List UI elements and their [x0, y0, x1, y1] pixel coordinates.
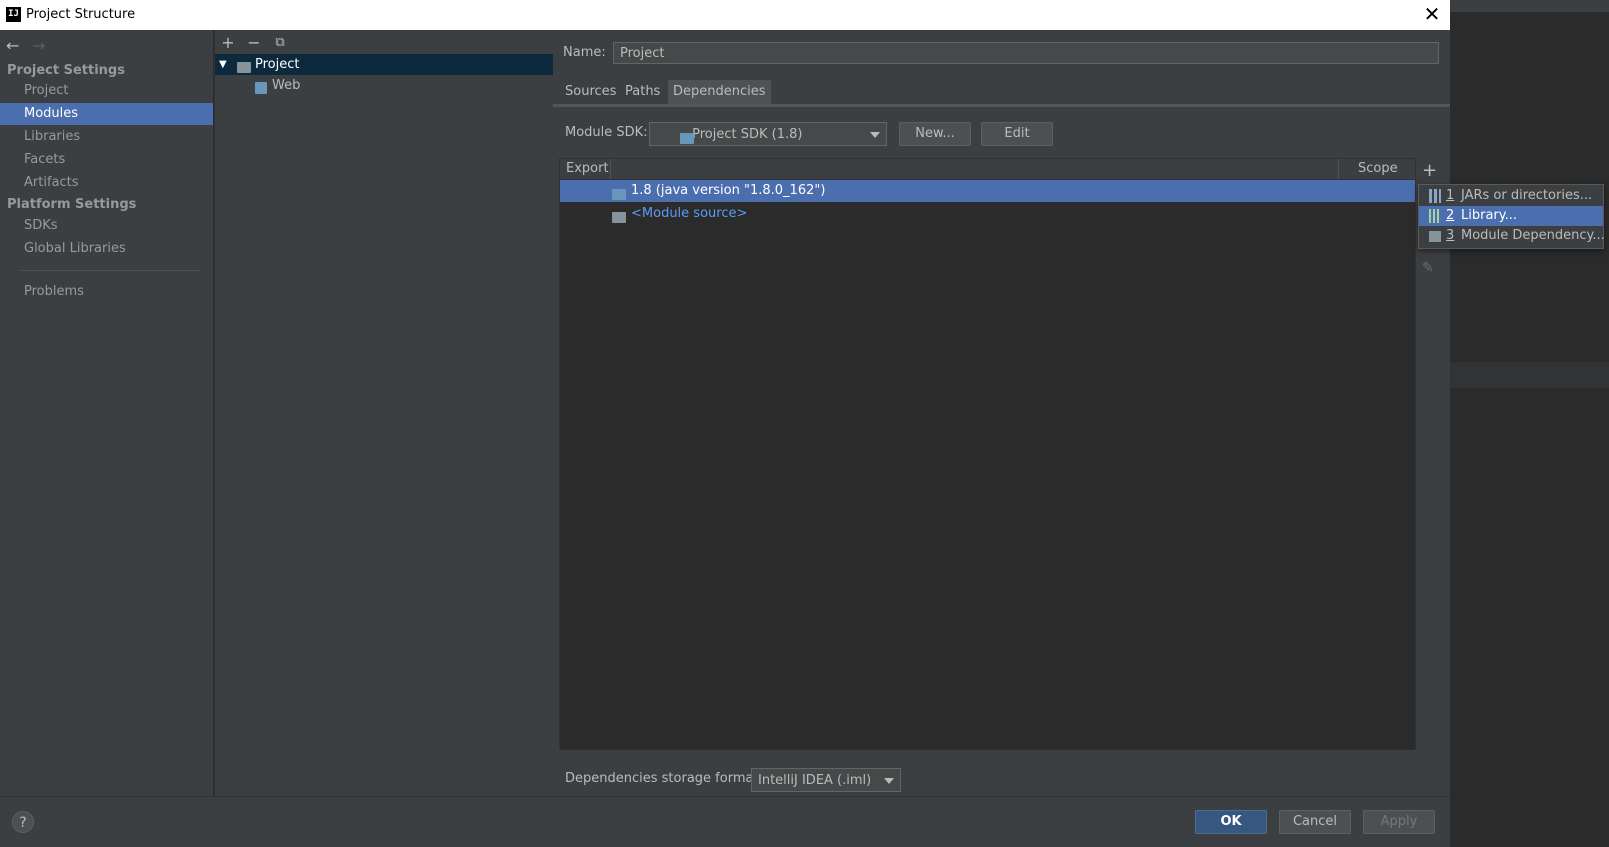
- title-bar: IJ Project Structure ✕: [0, 0, 1450, 30]
- module-settings-panel: Name: Project Sources Paths Dependencies…: [553, 30, 1450, 796]
- column-header-export[interactable]: Export: [566, 159, 609, 179]
- sidebar-item-global-libraries[interactable]: Global Libraries: [0, 238, 213, 260]
- dialog-footer: ? OK Cancel Apply: [0, 796, 1450, 847]
- help-icon[interactable]: ?: [12, 811, 34, 833]
- module-sdk-label: Module SDK:: [565, 125, 648, 140]
- module-icon: [1429, 231, 1441, 242]
- module-sdk-value: Project SDK (1.8): [692, 127, 803, 142]
- sdk-folder-icon: [680, 133, 694, 144]
- tree-node-web[interactable]: Web: [215, 75, 553, 96]
- settings-sidebar: ← → Project Settings Project Modules Lib…: [0, 30, 213, 796]
- dependencies-table: Export Scope 1.8 (java version "1.8.0_16…: [559, 158, 1417, 750]
- menu-item-label: Library...: [1461, 208, 1517, 223]
- section-project-settings: Project Settings: [7, 63, 125, 78]
- intellij-logo-icon: IJ: [6, 7, 21, 22]
- table-header: Export Scope: [560, 159, 1416, 180]
- sidebar-item-artifacts[interactable]: Artifacts: [0, 172, 213, 194]
- module-folder-icon: [237, 62, 251, 73]
- menu-item-jars[interactable]: 1 JARs or directories...: [1419, 186, 1603, 206]
- sidebar-item-libraries[interactable]: Libraries: [0, 126, 213, 148]
- sidebar-item-facets[interactable]: Facets: [0, 149, 213, 171]
- storage-format-dropdown[interactable]: IntelliJ IDEA (.iml): [751, 768, 901, 792]
- window-title: Project Structure: [26, 7, 136, 22]
- dependency-label: <Module source>: [631, 206, 748, 221]
- add-dependency-icon[interactable]: +: [1422, 160, 1437, 181]
- name-label: Name:: [563, 45, 606, 60]
- section-platform-settings: Platform Settings: [7, 197, 137, 212]
- menu-item-library[interactable]: 2 Library...: [1419, 206, 1603, 226]
- module-sdk-dropdown[interactable]: Project SDK (1.8): [649, 122, 887, 146]
- storage-format-label: Dependencies storage format:: [565, 771, 763, 786]
- ok-button[interactable]: OK: [1195, 810, 1267, 834]
- sidebar-divider: [20, 270, 200, 271]
- tree-node-label: Project: [255, 57, 300, 72]
- column-header-scope[interactable]: Scope: [1358, 159, 1398, 179]
- sidebar-item-project[interactable]: Project: [0, 80, 213, 102]
- sidebar-item-problems[interactable]: Problems: [0, 281, 213, 303]
- add-dependency-menu: 1 JARs or directories... 2 Library... 3 …: [1418, 184, 1605, 249]
- module-tree-panel: + − ⧉ ▼ Project Web: [214, 30, 554, 796]
- chevron-down-icon: [884, 778, 894, 784]
- dependency-label: 1.8 (java version "1.8.0_162"): [631, 183, 826, 198]
- remove-icon[interactable]: −: [244, 33, 264, 53]
- module-name-field[interactable]: Project: [613, 42, 1439, 64]
- back-arrow-icon[interactable]: ←: [6, 36, 19, 55]
- jar-icon: [1429, 189, 1441, 203]
- storage-format-value: IntelliJ IDEA (.iml): [758, 773, 872, 788]
- library-icon: [1429, 209, 1441, 223]
- tab-sources[interactable]: Sources: [560, 80, 621, 104]
- menu-item-label: JARs or directories...: [1461, 188, 1593, 203]
- forward-arrow-icon[interactable]: →: [32, 36, 45, 55]
- background-strip: [1450, 0, 1609, 12]
- tree-node-label: Web: [272, 78, 301, 93]
- chevron-down-icon: [870, 132, 880, 138]
- jdk-folder-icon: [612, 189, 626, 200]
- apply-button[interactable]: Apply: [1363, 810, 1435, 834]
- copy-icon[interactable]: ⧉: [270, 33, 290, 53]
- menu-item-number: 1: [1446, 188, 1455, 203]
- background-strip: [1450, 362, 1609, 388]
- source-folder-icon: [612, 212, 626, 223]
- close-icon[interactable]: ✕: [1414, 0, 1450, 30]
- menu-item-module-dependency[interactable]: 3 Module Dependency...: [1419, 226, 1605, 246]
- menu-item-number: 2: [1446, 208, 1455, 223]
- tab-paths[interactable]: Paths: [620, 80, 665, 104]
- tree-node-project[interactable]: ▼ Project: [215, 54, 553, 75]
- web-facet-icon: [255, 82, 267, 94]
- tab-strip-underline: [553, 104, 1450, 107]
- table-row[interactable]: <Module source>: [560, 203, 1416, 225]
- menu-item-number: 3: [1446, 228, 1455, 243]
- table-row[interactable]: 1.8 (java version "1.8.0_162"): [560, 180, 1416, 202]
- add-icon[interactable]: +: [218, 33, 238, 53]
- column-divider: [1338, 159, 1339, 179]
- edit-dependency-icon[interactable]: ✎: [1422, 260, 1434, 276]
- expand-triangle-icon[interactable]: ▼: [219, 54, 227, 75]
- column-divider: [610, 159, 611, 179]
- new-sdk-button[interactable]: New...: [899, 122, 971, 146]
- tab-dependencies[interactable]: Dependencies: [668, 80, 771, 104]
- menu-item-label: Module Dependency...: [1461, 228, 1605, 243]
- sidebar-item-sdks[interactable]: SDKs: [0, 215, 213, 237]
- cancel-button[interactable]: Cancel: [1279, 810, 1351, 834]
- background-editor: [1450, 0, 1609, 846]
- sidebar-item-modules[interactable]: Modules: [0, 103, 213, 125]
- edit-sdk-button[interactable]: Edit: [981, 122, 1053, 146]
